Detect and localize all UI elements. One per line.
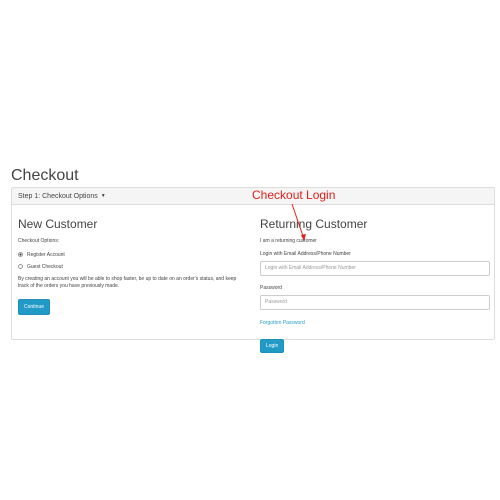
returning-customer-subtitle: I am a returning customer [260, 238, 317, 244]
email-label: Login with Email Address/Phone Number [260, 251, 351, 257]
step-label: Step 1: Checkout Options [18, 193, 98, 200]
returning-customer-section: Returning Customer I am a returning cust… [260, 216, 490, 353]
checkout-login-annotation: Checkout Login [252, 188, 336, 202]
guest-checkout-option[interactable]: Guest Checkout [18, 262, 246, 271]
page-title: Checkout [11, 167, 79, 184]
forgotten-password-link[interactable]: Forgotten Password [260, 320, 305, 326]
returning-customer-title: Returning Customer [260, 217, 368, 231]
register-account-radio[interactable] [18, 252, 23, 257]
caret-down-icon: ▼ [100, 193, 106, 199]
login-button[interactable]: Login [260, 339, 285, 353]
new-customer-description: By creating an account you will be able … [18, 276, 237, 289]
password-input[interactable]: Password [260, 295, 490, 310]
new-customer-section: New Customer Checkout Options: Register … [18, 216, 246, 315]
email-input[interactable]: Login with Email Address/Phone Number [260, 261, 490, 276]
password-label: Password [260, 285, 282, 291]
checkout-options-label: Checkout Options: [18, 238, 60, 244]
guest-checkout-radio[interactable] [18, 264, 23, 269]
register-account-option[interactable]: Register Account [18, 250, 246, 259]
continue-button[interactable]: Continue [18, 299, 51, 315]
checkout-options-panel: Step 1: Checkout Options ▼ New Customer … [11, 187, 495, 353]
register-account-label: Register Account [27, 251, 65, 258]
guest-checkout-label: Guest Checkout [27, 263, 63, 270]
new-customer-title: New Customer [18, 217, 98, 231]
